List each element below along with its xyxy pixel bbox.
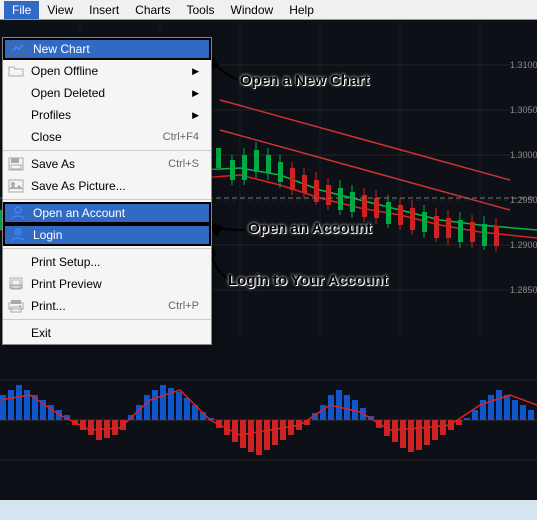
folder-icon [7,63,25,79]
menu-item-profiles[interactable]: Profiles ▶ [3,104,211,126]
menu-item-open-offline[interactable]: Open Offline ▶ [3,60,211,82]
menu-item-close[interactable]: Close Ctrl+F4 [3,126,211,148]
menu-shortcut-print: Ctrl+P [168,300,199,312]
login-icon [9,227,27,243]
menu-item-save-as[interactable]: Save As Ctrl+S [3,153,211,175]
menu-item-login[interactable]: Login [3,224,211,246]
menu-label-profiles: Profiles [31,108,71,122]
chart-area: 1.3100 1.3050 1.3000 1.2950 1.2900 1.285… [0,20,537,500]
svg-text:1.3000: 1.3000 [510,150,537,160]
macd-chart [0,340,537,500]
menubar: File View Insert Charts Tools Window Hel… [0,0,537,20]
svg-text:1.3050: 1.3050 [510,105,537,115]
menu-label-new-chart: New Chart [33,42,90,56]
menu-item-open-deleted[interactable]: Open Deleted ▶ [3,82,211,104]
submenu-arrow-open-deleted: ▶ [192,88,199,99]
menu-label-close: Close [31,130,62,144]
menu-item-new-chart[interactable]: New Chart [3,38,211,60]
menu-item-open-account[interactable]: Open an Account [3,202,211,224]
print-icon [7,298,25,314]
menu-separator-1 [3,150,211,151]
submenu-arrow-open-offline: ▶ [192,66,199,77]
save-picture-icon [7,178,25,194]
menubar-help[interactable]: Help [281,1,322,19]
menubar-view[interactable]: View [39,1,81,19]
submenu-arrow-profiles: ▶ [192,110,199,121]
menubar-file[interactable]: File [4,1,39,19]
menu-label-open-account: Open an Account [33,206,125,220]
menu-item-print-setup[interactable]: Print Setup... [3,251,211,273]
menu-label-open-offline: Open Offline [31,64,98,78]
menu-item-save-as-picture[interactable]: Save As Picture... [3,175,211,197]
svg-text:1.2950: 1.2950 [510,195,537,205]
menu-label-print-setup: Print Setup... [31,255,100,269]
menu-item-print[interactable]: Print... Ctrl+P [3,295,211,317]
svg-text:1.2900: 1.2900 [510,240,537,250]
menu-label-open-deleted: Open Deleted [31,86,105,100]
save-icon [7,156,25,172]
menu-label-exit: Exit [31,326,51,340]
account-icon [9,205,27,221]
svg-text:1.3100: 1.3100 [510,60,537,70]
menu-label-print-preview: Print Preview [31,277,102,291]
menu-label-save-as: Save As [31,157,75,171]
menu-label-login: Login [33,228,62,242]
menu-separator-4 [3,319,211,320]
print-preview-icon [7,276,25,292]
menu-separator-2 [3,199,211,200]
menu-label-save-as-picture: Save As Picture... [31,179,126,193]
menu-label-print: Print... [31,299,66,313]
menubar-window[interactable]: Window [223,1,282,19]
menu-separator-3 [3,248,211,249]
menubar-charts[interactable]: Charts [127,1,178,19]
new-chart-icon [9,41,27,57]
menu-item-print-preview[interactable]: Print Preview [3,273,211,295]
menu-shortcut-close: Ctrl+F4 [163,131,199,143]
menu-shortcut-save-as: Ctrl+S [168,158,199,170]
menubar-tools[interactable]: Tools [179,1,223,19]
menu-item-exit[interactable]: Exit [3,322,211,344]
file-dropdown-menu: New Chart Open Offline ▶ Open Deleted ▶ … [2,37,212,345]
menubar-insert[interactable]: Insert [81,1,127,19]
svg-text:1.2850: 1.2850 [510,285,537,295]
